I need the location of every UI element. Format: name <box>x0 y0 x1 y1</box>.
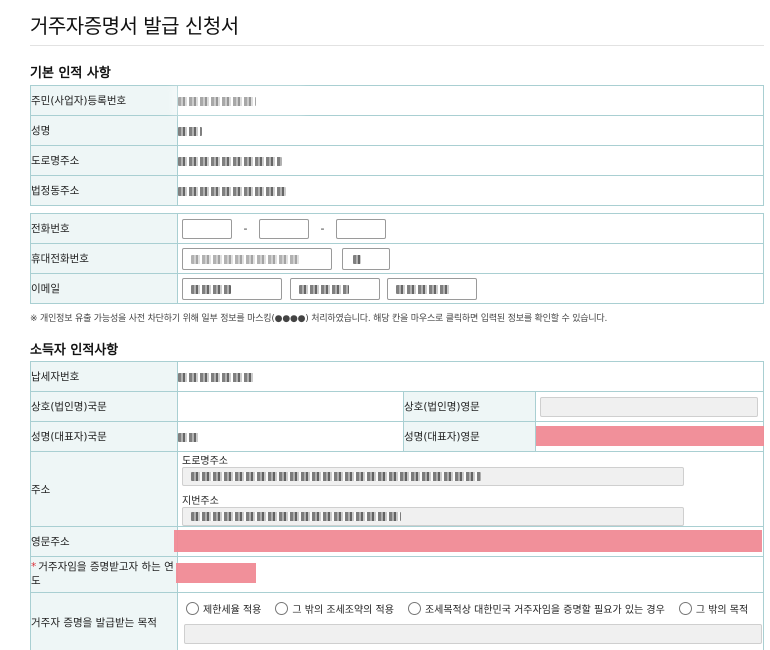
table-row: 주소 도로명주소 지번주소 <box>30 451 764 527</box>
radio-icon[interactable] <box>186 602 199 615</box>
rrn-label: 주민(사업자)등록번호 <box>30 85 178 116</box>
purpose-option-tax-residency[interactable]: 조세목적상 대한민국 거주자임을 증명할 필요가 있는 경우 <box>407 601 665 616</box>
rep-en-label: 성명(대표자)영문 <box>403 421 536 452</box>
address-en-label: 영문주소 <box>30 526 178 557</box>
table-row: 휴대전화번호 <box>30 243 764 274</box>
table-row: 거주자 증명을 발급받는 목적 제한세율 적용 그 밖의 조세조약의 적용 조세… <box>30 592 764 650</box>
purpose-label: 거주자 증명을 발급받는 목적 <box>30 592 178 650</box>
radio-icon[interactable] <box>678 602 692 615</box>
company-kr-value[interactable] <box>177 391 404 422</box>
income-table: 납세자번호 상호(법인명)국문 상호(법인명)영문 성명(대표자)국문 성명(대… <box>30 361 764 650</box>
phone-part-3-input[interactable] <box>336 218 386 239</box>
table-row: 주민(사업자)등록번호 <box>30 85 764 116</box>
table-row: 납세자번호 <box>30 361 764 392</box>
rep-en-input[interactable] <box>536 426 764 446</box>
address-en-input[interactable] <box>174 530 762 552</box>
purpose-option-other[interactable]: 그 밖의 목적 <box>678 601 748 616</box>
phone-part-2-input[interactable] <box>259 218 309 239</box>
lot-address-input[interactable] <box>182 507 684 526</box>
table-row: 도로명주소 <box>30 145 764 176</box>
section-title-basic: 기본 인적 사항 <box>30 66 111 81</box>
table-row: * 거주자임을 증명받고자 하는 연도 <box>30 556 764 593</box>
purpose-option-reduced-rate[interactable]: 제한세율 적용 <box>186 601 261 616</box>
purpose-radio-group: 제한세율 적용 그 밖의 조세조약의 적용 조세목적상 대한민국 거주자임을 증… <box>184 601 763 616</box>
masked-text <box>178 372 254 382</box>
masked-text <box>178 432 200 442</box>
masked-text <box>178 156 282 166</box>
purpose-option-other-treaty[interactable]: 그 밖의 조세조약의 적용 <box>275 601 394 616</box>
radio-icon[interactable] <box>275 602 289 615</box>
table-row: 전화번호 - - <box>30 213 764 244</box>
mobile-fields <box>177 243 764 274</box>
phone-label: 전화번호 <box>30 213 178 244</box>
road-address-sublabel: 도로명주소 <box>182 456 228 467</box>
company-en-label: 상호(법인명)영문 <box>403 391 536 422</box>
purpose-fields: 제한세율 적용 그 밖의 조세조약의 적용 조세목적상 대한민국 거주자임을 증… <box>177 592 764 650</box>
masking-notice: ※ 개인정보 유출 가능성을 사전 차단하기 위해 일부 정보를 마스킹(●●●… <box>30 314 608 324</box>
required-mark: * <box>31 561 37 574</box>
dash-separator: - <box>243 222 248 235</box>
address-fields: 도로명주소 지번주소 <box>177 451 764 527</box>
company-kr-label: 상호(법인명)국문 <box>30 391 178 422</box>
lot-address-sublabel: 지번주소 <box>182 496 219 507</box>
masked-text <box>178 186 286 196</box>
name-label: 성명 <box>30 115 178 146</box>
company-en-input[interactable] <box>540 396 758 417</box>
mobile-label: 휴대전화번호 <box>30 243 178 274</box>
email-domain-input[interactable] <box>289 277 380 300</box>
table-row: 법정동주소 <box>30 175 764 206</box>
dash-separator: - <box>320 222 325 235</box>
email-id-input[interactable] <box>182 277 282 300</box>
radio-icon[interactable] <box>407 602 421 615</box>
email-fields <box>177 273 764 304</box>
purpose-other-input[interactable] <box>184 624 762 644</box>
lot-address-value[interactable] <box>177 175 764 206</box>
road-address-label: 도로명주소 <box>30 145 178 176</box>
phone-part-1-input[interactable] <box>182 218 232 239</box>
table-row: 성명(대표자)국문 성명(대표자)영문 <box>30 421 764 452</box>
rep-kr-value[interactable] <box>177 421 404 452</box>
road-address-value[interactable] <box>177 145 764 176</box>
phone-fields: - - <box>177 213 764 244</box>
mobile-suffix-input[interactable] <box>341 247 390 270</box>
road-address-input[interactable] <box>182 467 684 486</box>
year-label: * 거주자임을 증명받고자 하는 연도 <box>30 556 178 593</box>
contact-table: 전화번호 - - 휴대전화번호 이메일 <box>30 213 764 304</box>
tin-value[interactable] <box>177 361 764 392</box>
page-title: 거주자증명서 발급 신청서 <box>30 14 239 38</box>
year-input[interactable] <box>176 563 256 583</box>
basic-info-table: 주민(사업자)등록번호 성명 도로명주소 법정동주소 <box>30 85 764 206</box>
section-title-income: 소득자 인적사항 <box>30 343 119 358</box>
address-label: 주소 <box>30 451 178 527</box>
rep-kr-label: 성명(대표자)국문 <box>30 421 178 452</box>
email-label: 이메일 <box>30 273 178 304</box>
rrn-value[interactable] <box>177 85 764 116</box>
mobile-input[interactable] <box>182 247 332 270</box>
lot-address-label: 법정동주소 <box>30 175 178 206</box>
table-row: 성명 <box>30 115 764 146</box>
table-row: 영문주소 <box>30 526 764 557</box>
title-divider <box>30 45 764 46</box>
table-row: 이메일 <box>30 273 764 304</box>
table-row: 상호(법인명)국문 상호(법인명)영문 <box>30 391 764 422</box>
email-domain-select[interactable] <box>387 277 477 300</box>
tin-label: 납세자번호 <box>30 361 178 392</box>
name-value[interactable] <box>177 115 764 146</box>
masked-text <box>178 126 202 136</box>
